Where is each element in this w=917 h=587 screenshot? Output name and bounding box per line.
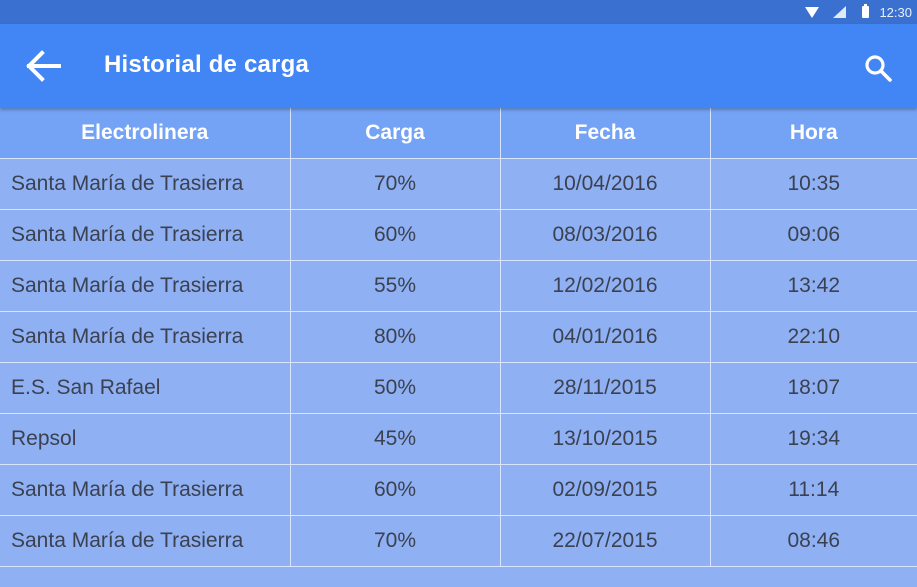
table-header-row: Electrolinera Carga Fecha Hora: [0, 108, 917, 159]
column-header-time[interactable]: Hora: [710, 108, 917, 159]
status-time: 12:30: [879, 4, 912, 20]
cell-charge: 70%: [290, 158, 501, 210]
arrow-back-icon: [26, 50, 61, 82]
table-row[interactable]: Santa María de Trasierra 60% 08/03/2016 …: [0, 209, 917, 261]
cell-station: Santa María de Trasierra: [0, 311, 291, 363]
cell-date: 28/11/2015: [500, 362, 711, 414]
column-header-charge[interactable]: Carga: [290, 108, 501, 159]
back-button[interactable]: [22, 46, 66, 86]
cell-time: 13:42: [710, 260, 917, 312]
cell-station: Santa María de Trasierra: [0, 158, 291, 210]
cell-charge: 60%: [290, 209, 501, 261]
cell-station: E.S. San Rafael: [0, 362, 291, 414]
cell-time: 10:35: [710, 158, 917, 210]
search-button[interactable]: [860, 50, 896, 86]
cell-date: 13/10/2015: [500, 413, 711, 465]
cell-charge: 50%: [290, 362, 501, 414]
cell-station: Santa María de Trasierra: [0, 209, 291, 261]
page-title: Historial de carga: [104, 51, 310, 78]
charge-history-table-container[interactable]: Electrolinera Carga Fecha Hora Santa Mar…: [0, 108, 917, 587]
status-bar: 12:30: [0, 0, 917, 24]
cell-date: 10/04/2016: [500, 158, 711, 210]
app-bar: Historial de carga: [0, 24, 917, 108]
table-row[interactable]: Repsol 45% 13/10/2015 19:34: [0, 413, 917, 465]
cell-time: 08:46: [710, 515, 917, 567]
table-row[interactable]: Santa María de Trasierra 80% 04/01/2016 …: [0, 311, 917, 363]
column-header-station[interactable]: Electrolinera: [0, 108, 291, 159]
cell-station: Santa María de Trasierra: [0, 260, 291, 312]
cell-station: Repsol: [0, 413, 291, 465]
table-row[interactable]: Santa María de Trasierra 55% 12/02/2016 …: [0, 260, 917, 312]
table-row[interactable]: Santa María de Trasierra 60% 02/09/2015 …: [0, 464, 917, 516]
wifi-icon: [805, 6, 820, 18]
cell-charge: 80%: [290, 311, 501, 363]
cell-charge: 55%: [290, 260, 501, 312]
table-row[interactable]: Santa María de Trasierra 70% 22/07/2015 …: [0, 515, 917, 567]
cell-charge: 70%: [290, 515, 501, 567]
cell-charge: 45%: [290, 413, 501, 465]
cell-date: 12/02/2016: [500, 260, 711, 312]
signal-icon: [833, 6, 847, 18]
cell-date: 08/03/2016: [500, 209, 711, 261]
cell-time: 18:07: [710, 362, 917, 414]
cell-date: 04/01/2016: [500, 311, 711, 363]
battery-icon: [862, 4, 870, 18]
cell-time: 22:10: [710, 311, 917, 363]
cell-station: Santa María de Trasierra: [0, 515, 291, 567]
cell-charge: 60%: [290, 464, 501, 516]
cell-station: Santa María de Trasierra: [0, 464, 291, 516]
column-header-date[interactable]: Fecha: [500, 108, 711, 159]
table-row[interactable]: Santa María de Trasierra 70% 10/04/2016 …: [0, 158, 917, 210]
cell-date: 22/07/2015: [500, 515, 711, 567]
cell-time: 11:14: [710, 464, 917, 516]
cell-time: 09:06: [710, 209, 917, 261]
charge-history-table: Electrolinera Carga Fecha Hora Santa Mar…: [0, 108, 917, 567]
table-row[interactable]: E.S. San Rafael 50% 28/11/2015 18:07: [0, 362, 917, 414]
search-icon: [865, 55, 892, 82]
cell-date: 02/09/2015: [500, 464, 711, 516]
cell-time: 19:34: [710, 413, 917, 465]
